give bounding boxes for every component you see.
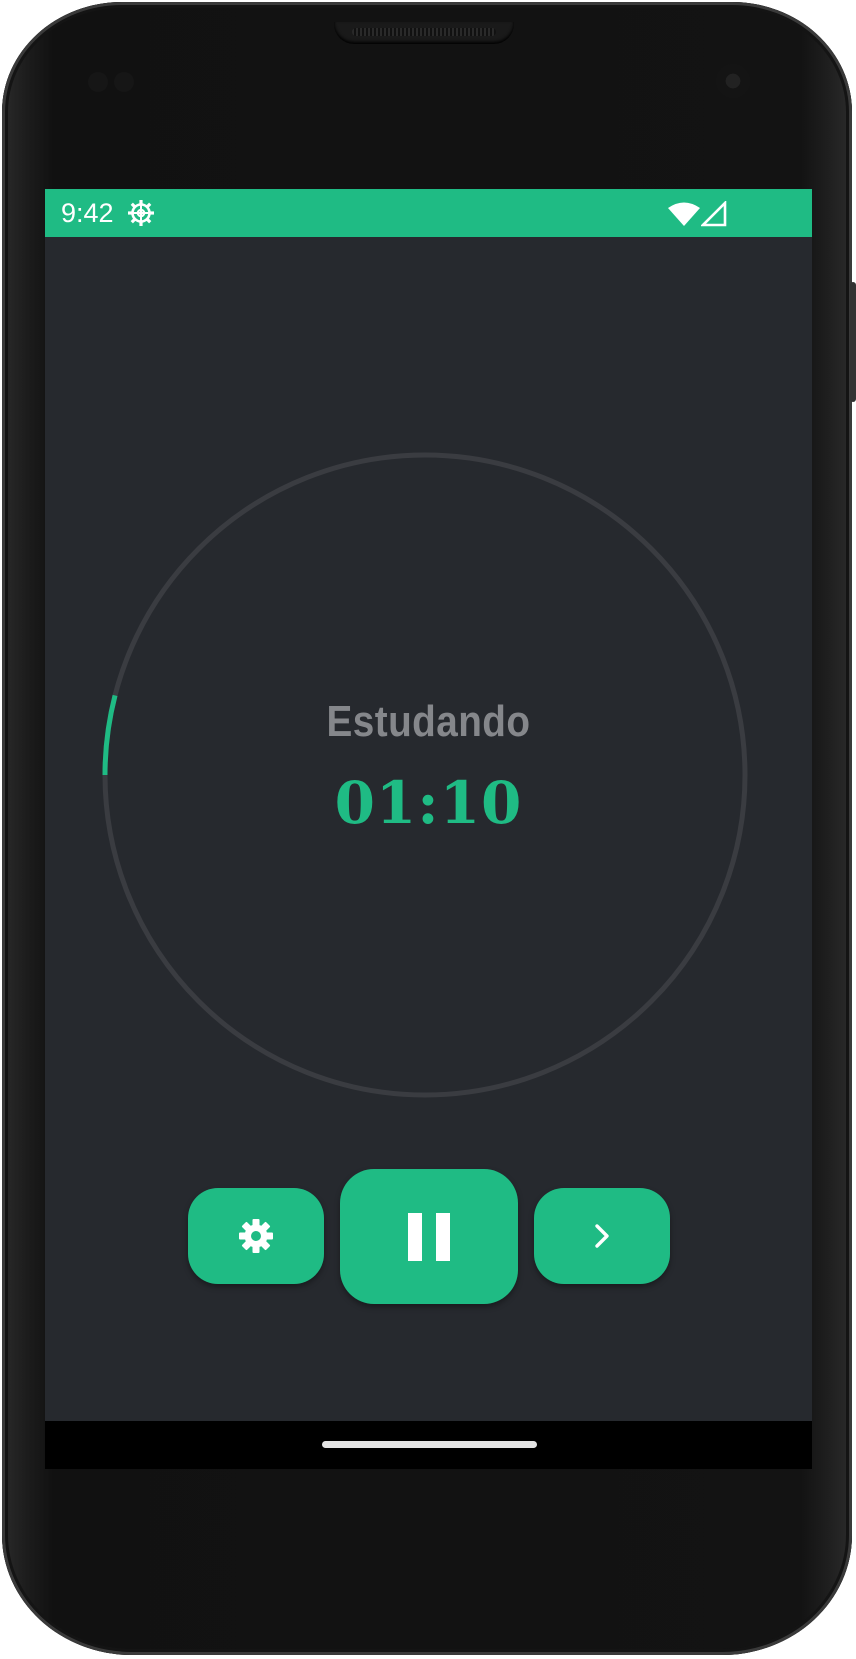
front-camera	[716, 64, 750, 98]
light-sensor	[114, 72, 134, 92]
app-screen: 9:42 Estudando 01:10	[45, 189, 812, 1469]
power-button	[850, 282, 856, 402]
wifi-icon	[668, 202, 700, 226]
home-gesture-handle[interactable]	[322, 1441, 537, 1448]
skip-button[interactable]	[534, 1188, 670, 1284]
cell-signal-icon	[701, 201, 727, 227]
proximity-sensor	[88, 72, 108, 92]
gear-icon	[239, 1219, 273, 1253]
gear-outline-icon	[128, 200, 154, 226]
pause-icon	[408, 1212, 450, 1261]
chevron-right-icon	[595, 1224, 609, 1248]
speaker-grill	[352, 28, 496, 36]
earpiece-speaker	[334, 22, 514, 44]
timer-countdown: 01:10	[334, 769, 523, 837]
status-bar: 9:42	[45, 189, 812, 237]
phase-label: Estudando	[326, 697, 531, 746]
pause-button[interactable]	[340, 1169, 518, 1304]
system-navigation-bar	[45, 1421, 812, 1469]
status-time: 9:42	[61, 198, 114, 228]
settings-button[interactable]	[188, 1188, 324, 1284]
phone-device-frame: 9:42 Estudando 01:10	[2, 2, 856, 1655]
